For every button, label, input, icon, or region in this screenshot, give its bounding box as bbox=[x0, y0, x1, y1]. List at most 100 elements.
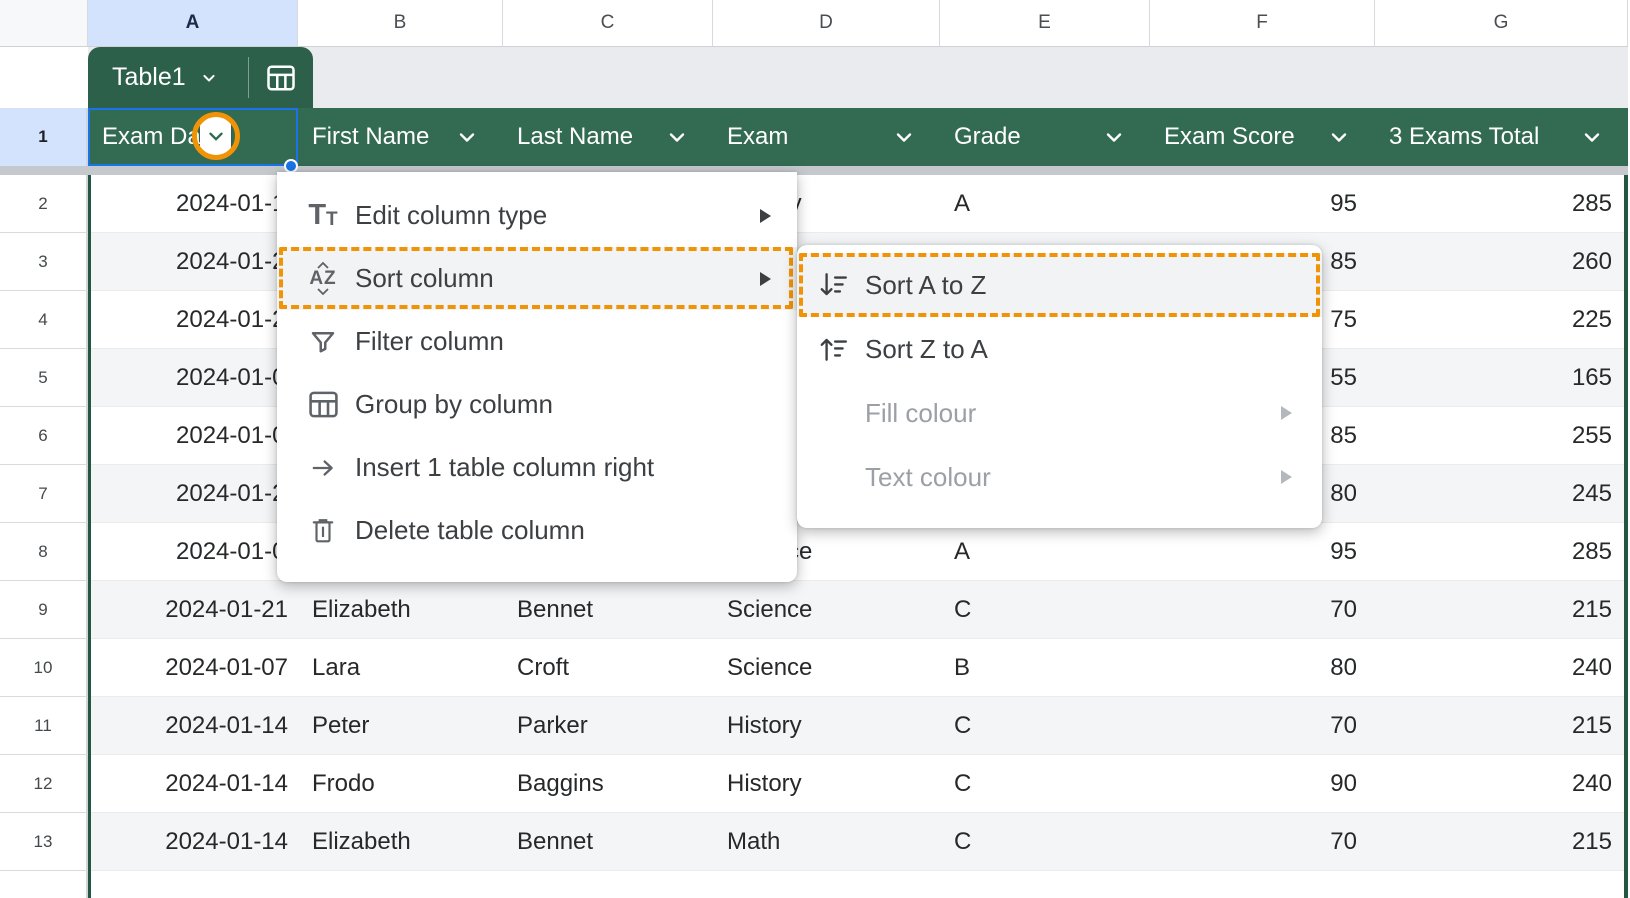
cell-first-name[interactable]: Peter bbox=[312, 697, 369, 755]
row-number-10[interactable]: 10 bbox=[0, 639, 88, 697]
table-grid-icon[interactable] bbox=[248, 64, 313, 92]
row-number-5[interactable]: 5 bbox=[0, 349, 88, 407]
cell-exams-total[interactable]: 245 bbox=[1400, 465, 1612, 523]
row-number-11[interactable]: 11 bbox=[0, 697, 88, 755]
cell-exam-score[interactable]: 95 bbox=[1180, 523, 1357, 581]
table-badge[interactable]: Table1 bbox=[88, 47, 313, 108]
cell-exam-score[interactable]: 95 bbox=[1180, 175, 1357, 233]
row-number-8[interactable]: 8 bbox=[0, 523, 88, 581]
cell-exams-total[interactable]: 225 bbox=[1400, 291, 1612, 349]
corner-cell[interactable] bbox=[0, 0, 88, 47]
menu-item-edit-column-type[interactable]: TT Edit column type bbox=[277, 184, 797, 247]
cell-exam-date[interactable]: 2024-01-0 bbox=[176, 407, 285, 465]
cell-grade[interactable]: C bbox=[954, 755, 971, 813]
header-chevron-icon[interactable] bbox=[1102, 125, 1126, 149]
header-cell-exam-score[interactable]: Exam Score bbox=[1164, 108, 1295, 166]
row-number-9[interactable]: 9 bbox=[0, 581, 88, 639]
header-chevron-icon[interactable] bbox=[1580, 125, 1604, 149]
cell-grade[interactable]: C bbox=[954, 813, 971, 871]
cell-grade[interactable]: C bbox=[954, 581, 971, 639]
row-number-12[interactable]: 12 bbox=[0, 755, 88, 813]
table-badge-chevron-icon[interactable] bbox=[199, 68, 219, 88]
cell-exams-total[interactable]: 215 bbox=[1400, 581, 1612, 639]
cell-exam[interactable]: History bbox=[727, 697, 802, 755]
cell-exam-score[interactable]: 70 bbox=[1180, 581, 1357, 639]
cell-exams-total[interactable]: 215 bbox=[1400, 813, 1612, 871]
header-chevron-icon[interactable] bbox=[665, 125, 689, 149]
cell-first-name[interactable]: Frodo bbox=[312, 755, 375, 813]
cell-exams-total[interactable]: 285 bbox=[1400, 175, 1612, 233]
column-letter-G[interactable]: G bbox=[1375, 0, 1628, 47]
header-chevron-icon[interactable] bbox=[892, 125, 916, 149]
sort-descending-icon bbox=[813, 333, 853, 365]
cell-exam-date[interactable]: 2024-01-14 bbox=[96, 697, 288, 755]
cell-last-name[interactable]: Bennet bbox=[517, 581, 593, 639]
cell-exams-total[interactable]: 255 bbox=[1400, 407, 1612, 465]
row-number-13[interactable]: 13 bbox=[0, 813, 88, 871]
header-cell-grade[interactable]: Grade bbox=[954, 108, 1021, 166]
cell-first-name[interactable]: Elizabeth bbox=[312, 581, 411, 639]
menu-item-insert-column-right[interactable]: Insert 1 table column right bbox=[277, 436, 797, 499]
row-number-4[interactable]: 4 bbox=[0, 291, 88, 349]
cell-last-name[interactable]: Croft bbox=[517, 639, 569, 697]
row-number-14[interactable] bbox=[0, 871, 88, 898]
cell-grade[interactable]: C bbox=[954, 697, 971, 755]
cell-last-name[interactable]: Bennet bbox=[517, 813, 593, 871]
cell-last-name[interactable]: Parker bbox=[517, 697, 588, 755]
header-cell-3-exams-total[interactable]: 3 Exams Total bbox=[1389, 108, 1539, 166]
header-chevron-icon[interactable] bbox=[455, 125, 479, 149]
cell-last-name[interactable]: Baggins bbox=[517, 755, 604, 813]
cell-exams-total[interactable]: 215 bbox=[1400, 697, 1612, 755]
cell-exam[interactable]: Math bbox=[727, 813, 780, 871]
cell-exams-total[interactable]: 260 bbox=[1400, 233, 1612, 291]
cell-grade[interactable]: B bbox=[954, 639, 970, 697]
menu-item-sort-column[interactable]: AZ Sort column bbox=[277, 247, 797, 310]
header-chevron-icon[interactable] bbox=[1327, 125, 1351, 149]
fill-handle[interactable] bbox=[284, 159, 298, 173]
header-cell-exam[interactable]: Exam bbox=[727, 108, 788, 166]
menu-item-filter-column[interactable]: Filter column bbox=[277, 310, 797, 373]
cell-first-name[interactable]: Elizabeth bbox=[312, 813, 411, 871]
cell-exam-date[interactable]: 2024-01-2 bbox=[176, 465, 285, 523]
cell-exams-total[interactable]: 285 bbox=[1400, 523, 1612, 581]
cell-exam-date[interactable]: 2024-01-0 bbox=[176, 523, 285, 581]
column-letter-E[interactable]: E bbox=[940, 0, 1150, 47]
column-letter-C[interactable]: C bbox=[503, 0, 713, 47]
cell-exam-date[interactable]: 2024-01-2 bbox=[176, 291, 285, 349]
cell-exams-total[interactable]: 240 bbox=[1400, 639, 1612, 697]
cell-exam-date[interactable]: 2024-01-2 bbox=[176, 233, 285, 291]
row-number-1[interactable]: 1 bbox=[0, 108, 88, 166]
column-letter-A[interactable]: A bbox=[88, 0, 298, 47]
cell-exam-score[interactable]: 70 bbox=[1180, 813, 1357, 871]
row-number-7[interactable]: 7 bbox=[0, 465, 88, 523]
cell-exams-total[interactable]: 240 bbox=[1400, 755, 1612, 813]
menu-item-delete-table-column[interactable]: Delete table column bbox=[277, 499, 797, 562]
submenu-item-sort-a-to-z[interactable]: Sort A to Z bbox=[797, 253, 1322, 317]
cell-exam-date[interactable]: 2024-01-14 bbox=[96, 755, 288, 813]
cell-exams-total[interactable]: 165 bbox=[1400, 349, 1612, 407]
cell-exam-date[interactable]: 2024-01-21 bbox=[96, 581, 288, 639]
cell-exam-score[interactable]: 80 bbox=[1180, 639, 1357, 697]
column-letter-D[interactable]: D bbox=[713, 0, 940, 47]
cell-grade[interactable]: A bbox=[954, 175, 970, 233]
cell-exam[interactable]: History bbox=[727, 755, 802, 813]
cell-exam-date[interactable]: 2024-01-07 bbox=[96, 639, 288, 697]
submenu-item-sort-z-to-a[interactable]: Sort Z to A bbox=[797, 317, 1322, 381]
cell-grade[interactable]: A bbox=[954, 523, 970, 581]
row-number-3[interactable]: 3 bbox=[0, 233, 88, 291]
column-letter-F[interactable]: F bbox=[1150, 0, 1375, 47]
table-badge-label[interactable]: Table1 bbox=[112, 63, 186, 92]
menu-item-group-by-column[interactable]: Group by column bbox=[277, 373, 797, 436]
cell-exam-date[interactable]: 2024-01-14 bbox=[96, 813, 288, 871]
cell-exam-score[interactable]: 90 bbox=[1180, 755, 1357, 813]
row-number-6[interactable]: 6 bbox=[0, 407, 88, 465]
cell-first-name[interactable]: Lara bbox=[312, 639, 360, 697]
cell-exam[interactable]: Science bbox=[727, 581, 812, 639]
header-cell-first-name[interactable]: First Name bbox=[312, 108, 429, 166]
header-cell-last-name[interactable]: Last Name bbox=[517, 108, 633, 166]
cell-exam-score[interactable]: 70 bbox=[1180, 697, 1357, 755]
row-number-2[interactable]: 2 bbox=[0, 175, 88, 233]
cell-exam-date[interactable]: 2024-01-0 bbox=[176, 349, 285, 407]
cell-exam[interactable]: Science bbox=[727, 639, 812, 697]
column-letter-B[interactable]: B bbox=[298, 0, 503, 47]
